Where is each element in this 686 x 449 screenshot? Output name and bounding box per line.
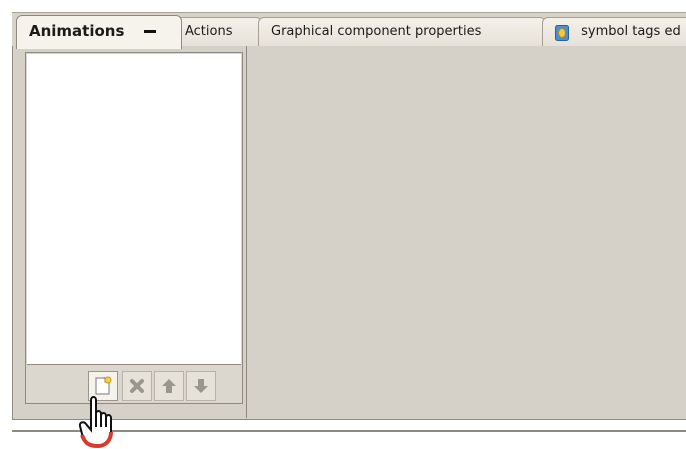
arrow-down-icon	[194, 379, 208, 393]
tab-animations-label: Animations	[29, 22, 125, 40]
animation-properties-pane	[246, 46, 686, 418]
move-up-button[interactable]	[154, 371, 184, 401]
database-icon	[555, 24, 569, 41]
list-toolbar	[26, 365, 242, 403]
tab-actions[interactable]: Actions	[176, 17, 262, 47]
animations-panel	[12, 46, 686, 420]
tab-graphical-component-properties[interactable]: Graphical component properties	[258, 17, 546, 47]
delete-icon	[130, 379, 144, 393]
animations-panel-window: Animations Actions Graphical component p…	[0, 0, 686, 449]
minimize-icon[interactable]	[143, 30, 156, 33]
hand-cursor-icon	[74, 394, 120, 449]
move-down-button[interactable]	[186, 371, 216, 401]
tab-bar: Animations Actions Graphical component p…	[12, 12, 686, 49]
arrow-up-icon	[162, 379, 176, 393]
tab-actions-label: Actions	[185, 24, 233, 39]
delete-button[interactable]	[122, 371, 152, 401]
tab-symbol-tags[interactable]: symbol tags ed	[542, 17, 686, 47]
tab-symbol-label: symbol tags ed	[581, 24, 681, 39]
animation-list[interactable]	[27, 54, 241, 365]
top-strip	[0, 0, 686, 12]
animation-list-pane	[25, 52, 243, 404]
tab-animations[interactable]: Animations	[16, 15, 182, 49]
tab-graphical-label: Graphical component properties	[271, 24, 482, 39]
